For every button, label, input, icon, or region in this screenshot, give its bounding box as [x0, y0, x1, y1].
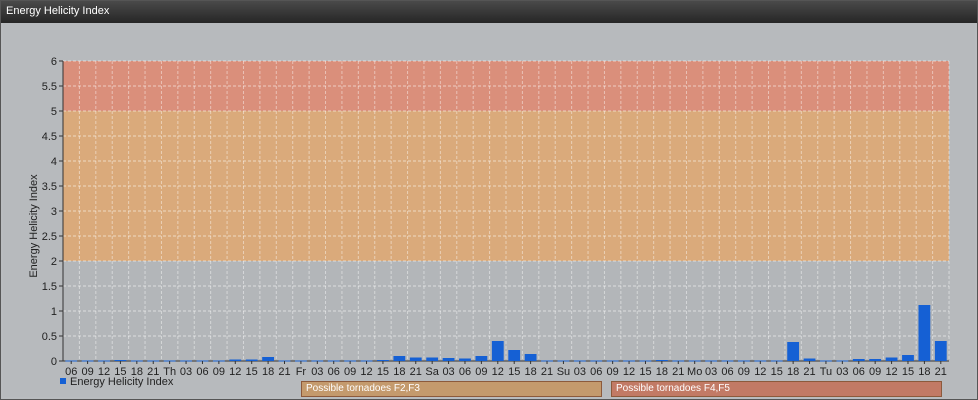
bar	[459, 358, 471, 361]
bar	[655, 360, 668, 361]
bar	[508, 350, 521, 361]
x-tick-label: 06	[590, 366, 602, 378]
x-tick-label: Tu	[820, 366, 832, 378]
bar	[869, 359, 882, 361]
x-tick-label: 09	[738, 366, 750, 378]
x-tick-label: 06	[328, 366, 340, 378]
bar	[377, 360, 389, 361]
x-tick-label: 06	[459, 366, 471, 378]
y-tick-label: 5	[51, 106, 57, 118]
x-tick-label: 15	[639, 366, 651, 378]
x-tick-label: 03	[442, 366, 454, 378]
title-bar: Energy Helicity Index	[1, 1, 977, 23]
x-tick-label: 15	[508, 366, 520, 378]
x-tick-label: 03	[836, 366, 848, 378]
y-tick-label: 1.5	[42, 281, 57, 293]
x-tick-label: 03	[311, 366, 323, 378]
ehi-chart: 00.511.522.533.544.555.5606 09 12 15 18 21 Th 0…	[28, 56, 950, 378]
x-tick-label: 18	[656, 366, 668, 378]
bar	[409, 357, 422, 361]
x-tick-label: Su	[557, 366, 570, 378]
x-tick-label: 09	[607, 366, 619, 378]
y-tick-label: 1	[51, 306, 57, 318]
bar	[426, 357, 439, 361]
y-tick-label: 3	[51, 206, 57, 218]
x-tick-label: 06	[853, 366, 865, 378]
x-tick-label: 06	[721, 366, 733, 378]
zone-label-f2-f3: Possible tornadoes F2,F3	[301, 381, 602, 397]
x-tick-label: 12	[623, 366, 635, 378]
x-tick-label: 09	[869, 366, 881, 378]
bar	[852, 359, 865, 361]
bar	[245, 359, 258, 361]
x-tick-label: 09	[213, 366, 225, 378]
legend[interactable]: Energy Helicity Index	[60, 376, 173, 390]
bar	[524, 354, 537, 361]
x-tick-label: 09	[475, 366, 487, 378]
chart-window: Energy Helicity Index 0 0.5 1 1.5 2 2.5 3 3.5 4 4…	[0, 0, 978, 400]
x-tick-label: 18	[262, 366, 274, 378]
bar	[229, 359, 242, 361]
x-tick-label: 12	[229, 366, 241, 378]
y-axis-label: Energy Helicity Index	[28, 174, 40, 278]
x-tick-label: 21	[803, 366, 815, 378]
y-tick-label: 0	[51, 356, 57, 368]
bar	[787, 342, 800, 361]
bar	[885, 357, 898, 361]
bar	[918, 305, 931, 361]
x-tick-label: 03	[180, 366, 192, 378]
x-tick-label: 12	[360, 366, 372, 378]
x-tick-label: 18	[524, 366, 536, 378]
bar	[442, 358, 455, 361]
x-tick-label: Fr	[296, 366, 307, 378]
legend-swatch	[60, 378, 66, 384]
x-tick-label: 15	[246, 366, 258, 378]
x-tick-label: 06	[196, 366, 208, 378]
x-tick-label: Sa	[425, 366, 439, 378]
x-tick-label: 03	[705, 366, 717, 378]
bar	[393, 356, 406, 361]
x-tick-label: 18	[393, 366, 405, 378]
x-tick-label: 21	[541, 366, 553, 378]
bar	[934, 341, 947, 361]
bar	[803, 358, 816, 361]
x-tick-label: 12	[885, 366, 897, 378]
x-tick-label: 21	[935, 366, 947, 378]
x-tick-label: 18	[787, 366, 799, 378]
y-tick-label: 6	[51, 56, 57, 68]
x-tick-label: 21	[672, 366, 684, 378]
x-tick-label: 03	[574, 366, 586, 378]
x-tick-label: 12	[492, 366, 504, 378]
x-tick-label: 15	[377, 366, 389, 378]
y-tick-label: 4.5	[42, 131, 57, 143]
window-title: Energy Helicity Index	[6, 5, 110, 17]
zone-label-f4-f5: Possible tornadoes F4,F5	[611, 381, 942, 397]
x-tick-label: 12	[754, 366, 766, 378]
bar	[114, 360, 127, 361]
y-tick-label: 0.5	[42, 331, 57, 343]
x-tick-label: 09	[344, 366, 356, 378]
legend-label: Energy Helicity Index	[70, 376, 174, 388]
x-tick-label: 21	[278, 366, 290, 378]
bar	[902, 355, 914, 361]
x-tick-label: 15	[902, 366, 914, 378]
x-tick-label: 21	[410, 366, 422, 378]
y-tick-label: 2.5	[42, 231, 57, 243]
chart-panel: 0 0.5 1 1.5 2 2.5 3 3.5 4 4.5 5 5.5 6 06 09 12 15 18 21 Th 0…	[3, 23, 975, 397]
x-tick-label: 18	[918, 366, 930, 378]
bar	[262, 357, 274, 361]
bar	[491, 341, 504, 361]
bar	[475, 356, 488, 361]
y-tick-label: 2	[51, 256, 57, 268]
y-tick-label: 3.5	[42, 181, 57, 193]
x-tick-label: Mo	[687, 366, 702, 378]
y-tick-label: 4	[51, 156, 57, 168]
x-tick-label: 15	[771, 366, 783, 378]
y-tick-label: 5.5	[42, 81, 57, 93]
